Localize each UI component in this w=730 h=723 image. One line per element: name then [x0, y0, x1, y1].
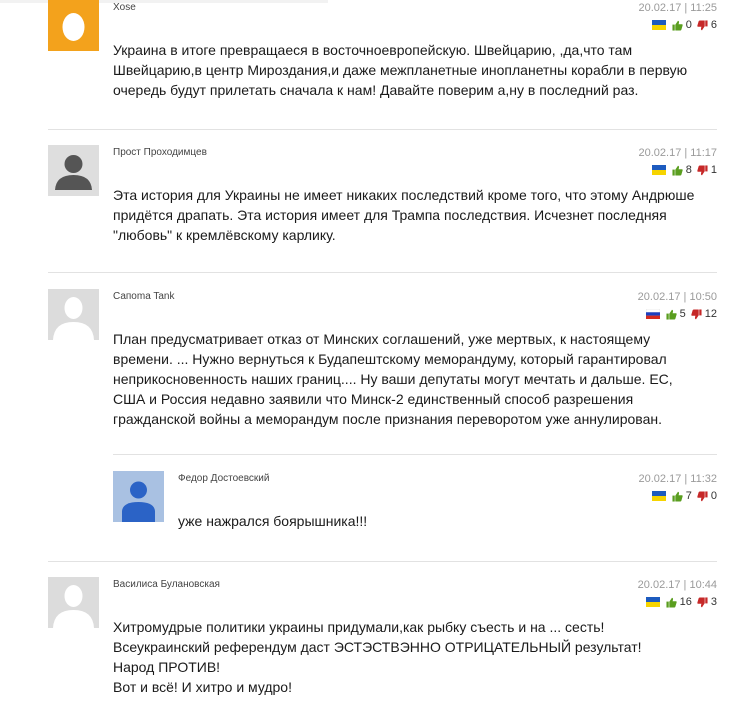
comment-votes: 16 3	[645, 596, 717, 608]
comment-date: 20.02.17 | 11:32	[638, 473, 718, 485]
dislike-button[interactable]: 0	[697, 490, 717, 502]
like-count: 5	[679, 308, 686, 320]
dislike-count: 0	[710, 490, 717, 502]
dislike-count: 6	[710, 19, 717, 31]
like-count: 0	[685, 19, 692, 31]
dislike-button[interactable]: 1	[697, 164, 717, 176]
comment-date: 20.02.17 | 10:44	[637, 579, 717, 591]
comment-divider	[48, 561, 717, 562]
comment-votes: 8 1	[651, 164, 717, 176]
thumbs-down-icon	[691, 308, 702, 319]
dislike-button[interactable]: 6	[697, 19, 717, 31]
comment-author[interactable]: Василиса Булановская	[113, 579, 220, 590]
comment-date: 20.02.17 | 10:50	[637, 291, 717, 303]
default-user-avatar-light[interactable]	[48, 577, 99, 628]
like-count: 16	[679, 596, 692, 608]
dislike-button[interactable]: 12	[691, 308, 717, 320]
ukraine-flag	[645, 597, 660, 607]
comment-author[interactable]: Xose	[113, 2, 136, 13]
thumbs-down-icon	[697, 164, 708, 175]
comment-votes: 5 12	[645, 308, 717, 320]
thumbs-up-icon	[672, 165, 683, 176]
reply-divider	[113, 454, 717, 455]
comment-author[interactable]: Прост Проходимцев	[113, 147, 207, 158]
thumbs-down-icon	[697, 490, 708, 501]
blue-user-avatar[interactable]	[113, 471, 164, 522]
ukraine-flag	[651, 20, 666, 30]
comment: Xose 20.02.17 | 11:25 0 6 Украина в итог…	[48, 0, 717, 110]
like-count: 8	[685, 164, 692, 176]
default-user-avatar-light[interactable]	[48, 289, 99, 340]
comment: Прост Проходимцев 20.02.17 | 11:17 8 1 Э…	[48, 145, 717, 255]
like-button[interactable]: 16	[666, 596, 697, 608]
comment-votes: 0 6	[651, 19, 717, 31]
reply-comment: Федор Достоевский 20.02.17 | 11:32 7 0 у…	[113, 471, 717, 541]
like-button[interactable]: 8	[672, 164, 697, 176]
thumbs-down-icon	[697, 19, 708, 30]
default-user-avatar[interactable]	[48, 145, 99, 196]
comment-date: 20.02.17 | 11:25	[638, 2, 718, 14]
comment-divider	[48, 272, 717, 273]
like-button[interactable]: 0	[672, 19, 697, 31]
comment: Сапоma Tank 20.02.17 | 10:50 5 12 План п…	[48, 289, 717, 439]
comment-text: уже нажрался боярышника!!!	[178, 513, 368, 529]
ukraine-flag	[651, 491, 666, 501]
dislike-count: 3	[710, 596, 717, 608]
thumbs-up-icon	[672, 491, 683, 502]
comment-author[interactable]: Федор Достоевский	[178, 473, 269, 484]
comment-text: Эта история для Украины не имеет никаких…	[113, 187, 695, 243]
comment-date: 20.02.17 | 11:17	[638, 147, 718, 159]
ukraine-flag	[651, 165, 666, 175]
comment-text: Украина в итоге превращаеся в восточноев…	[113, 42, 688, 98]
comment-divider	[48, 129, 717, 130]
thumbs-up-icon	[666, 597, 677, 608]
russia-flag	[645, 308, 660, 319]
thumbs-down-icon	[697, 596, 708, 607]
comment: Василиса Булановская 20.02.17 | 10:44 16…	[48, 577, 717, 707]
comment-text: План предусматривает отказ от Минских со…	[113, 331, 673, 427]
dislike-button[interactable]: 3	[697, 596, 717, 608]
egg-avatar[interactable]	[48, 0, 99, 51]
like-button[interactable]: 7	[672, 490, 697, 502]
thumbs-up-icon	[672, 20, 683, 31]
like-button[interactable]: 5	[666, 308, 691, 320]
dislike-count: 1	[710, 164, 717, 176]
comment-text: Хитромудрые политики украины придумали,к…	[113, 619, 642, 695]
comment-votes: 7 0	[651, 490, 717, 502]
comment-author[interactable]: Сапоma Tank	[113, 291, 174, 302]
thumbs-up-icon	[666, 309, 677, 320]
dislike-count: 12	[704, 308, 717, 320]
like-count: 7	[685, 490, 692, 502]
